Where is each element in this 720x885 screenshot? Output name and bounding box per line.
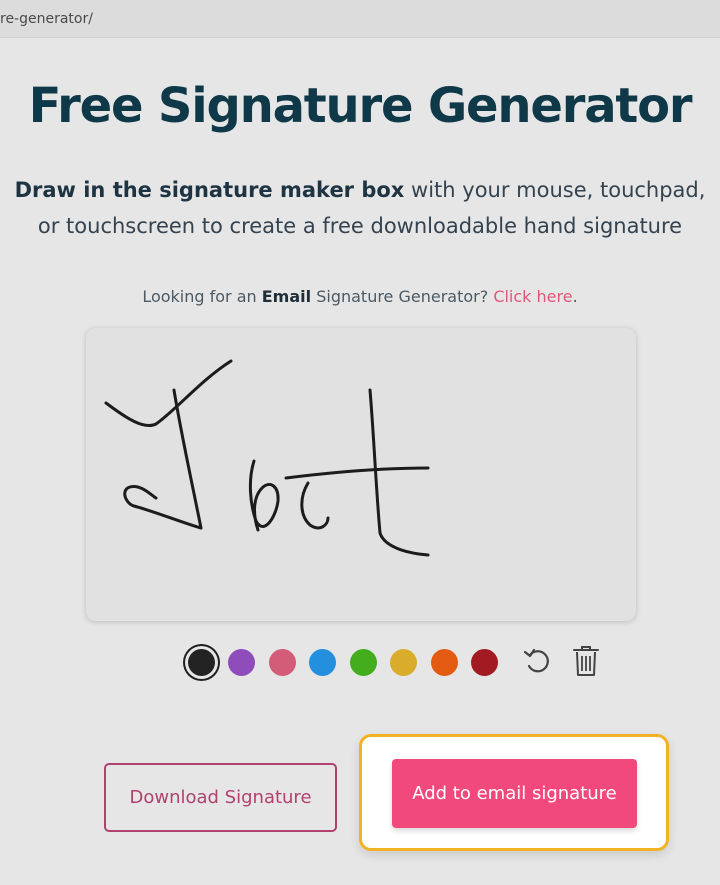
prompt-middle: Signature Generator? [311, 287, 494, 306]
url-text: re-generator/ [0, 11, 93, 27]
undo-icon[interactable] [522, 646, 552, 676]
page-title: Free Signature Generator [28, 78, 693, 134]
color-swatch-pink[interactable] [269, 649, 296, 676]
trash-icon[interactable] [572, 645, 600, 677]
description-line-1: Draw in the signature maker box with you… [0, 172, 720, 208]
color-swatch-black[interactable] [188, 649, 215, 676]
download-signature-button[interactable]: Download Signature [104, 763, 337, 832]
prompt-bold: Email [261, 287, 312, 306]
page-description: Draw in the signature maker box with you… [0, 172, 720, 244]
prompt-prefix: Looking for an [142, 287, 262, 306]
color-swatch-orange[interactable] [431, 649, 458, 676]
color-swatch-yellow[interactable] [390, 649, 417, 676]
color-swatch-red[interactable] [471, 649, 498, 676]
browser-address-bar[interactable]: re-generator/ [0, 0, 720, 38]
signature-drawing [104, 359, 430, 557]
prompt-suffix: . [572, 287, 578, 306]
description-rest: with your mouse, touchpad, [404, 178, 706, 202]
email-generator-prompt: Looking for an Email Signature Generator… [0, 287, 720, 306]
color-swatch-blue[interactable] [309, 649, 336, 676]
click-here-link[interactable]: Click here [493, 287, 572, 306]
signature-canvas[interactable] [86, 328, 636, 621]
color-swatch-purple[interactable] [228, 649, 255, 676]
color-swatch-green[interactable] [350, 649, 377, 676]
description-bold: Draw in the signature maker box [14, 178, 405, 202]
add-to-email-signature-button[interactable]: Add to email signature [392, 759, 637, 828]
description-line-2: or touchscreen to create a free download… [37, 214, 683, 238]
